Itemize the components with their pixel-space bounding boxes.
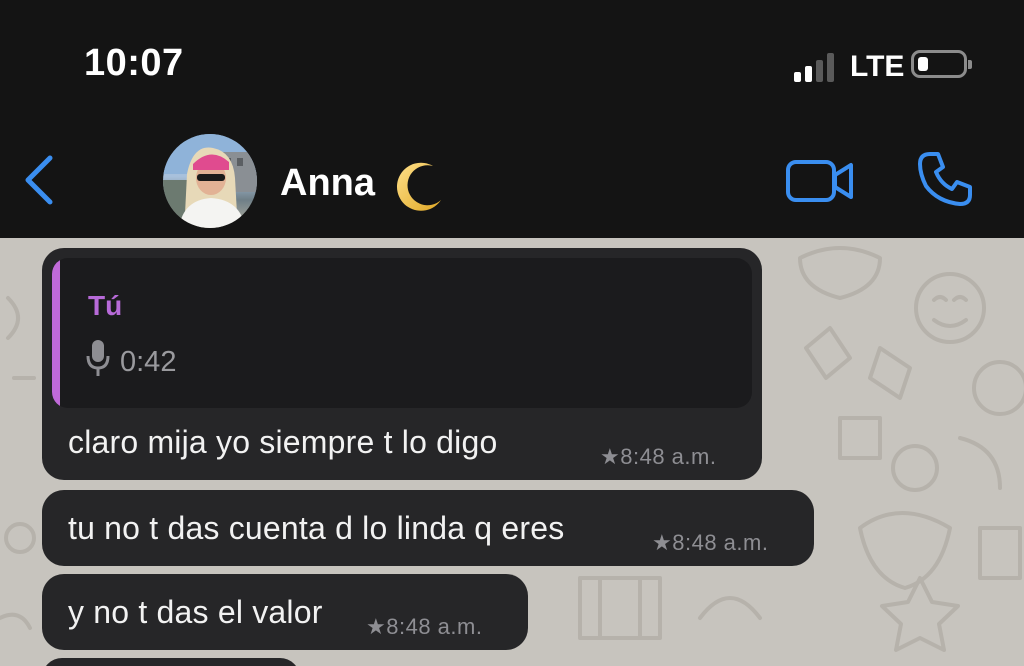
chevron-left-icon[interactable] — [22, 154, 58, 206]
message-text: y no t das el valor — [68, 594, 323, 630]
message-bubble[interactable]: y no t das el valor ★8:48 a.m. — [42, 574, 528, 650]
battery-icon — [911, 50, 972, 78]
crescent-moon-icon — [396, 162, 441, 211]
message-time: 8:48 a.m. — [386, 614, 483, 639]
phone-icon[interactable] — [916, 150, 974, 208]
signal-strength-icon — [794, 52, 838, 82]
status-time: 10:07 — [84, 42, 184, 84]
chat-header: Anna — [0, 120, 1024, 238]
message-text: claro mija yo siempre t lo digo — [68, 424, 498, 460]
quote-accent-bar — [52, 258, 60, 408]
message-bubble[interactable]: Tú 0:42 claro mija yo siempre t lo digo … — [42, 248, 762, 480]
message-meta: ★8:48 a.m. — [600, 444, 716, 470]
chat-area[interactable]: Tú 0:42 claro mija yo siempre t lo digo … — [0, 238, 1024, 666]
network-type: LTE — [850, 50, 905, 83]
quoted-author: Tú — [88, 290, 123, 321]
voice-note-duration: 0:42 — [120, 346, 177, 378]
message-time: 8:48 a.m. — [620, 444, 717, 469]
message-meta: ★8:48 a.m. — [652, 530, 768, 556]
star-icon: ★ — [652, 530, 673, 555]
contact-name[interactable]: Anna — [280, 162, 375, 205]
status-bar: 10:07 LTE — [0, 0, 1024, 120]
star-icon: ★ — [600, 444, 621, 469]
avatar[interactable] — [163, 134, 257, 228]
message-text: tu no t das cuenta d lo linda q eres — [68, 510, 565, 546]
quoted-message[interactable]: Tú 0:42 — [52, 258, 752, 408]
star-icon: ★ — [366, 614, 387, 639]
message-meta: ★8:48 a.m. — [366, 614, 482, 640]
message-bubble[interactable]: tu no t das cuenta d lo linda q eres ★8:… — [42, 490, 814, 566]
microphone-icon — [86, 340, 110, 376]
video-camera-icon[interactable] — [785, 156, 855, 206]
message-bubble-partial[interactable] — [42, 658, 300, 666]
message-time: 8:48 a.m. — [672, 530, 769, 555]
